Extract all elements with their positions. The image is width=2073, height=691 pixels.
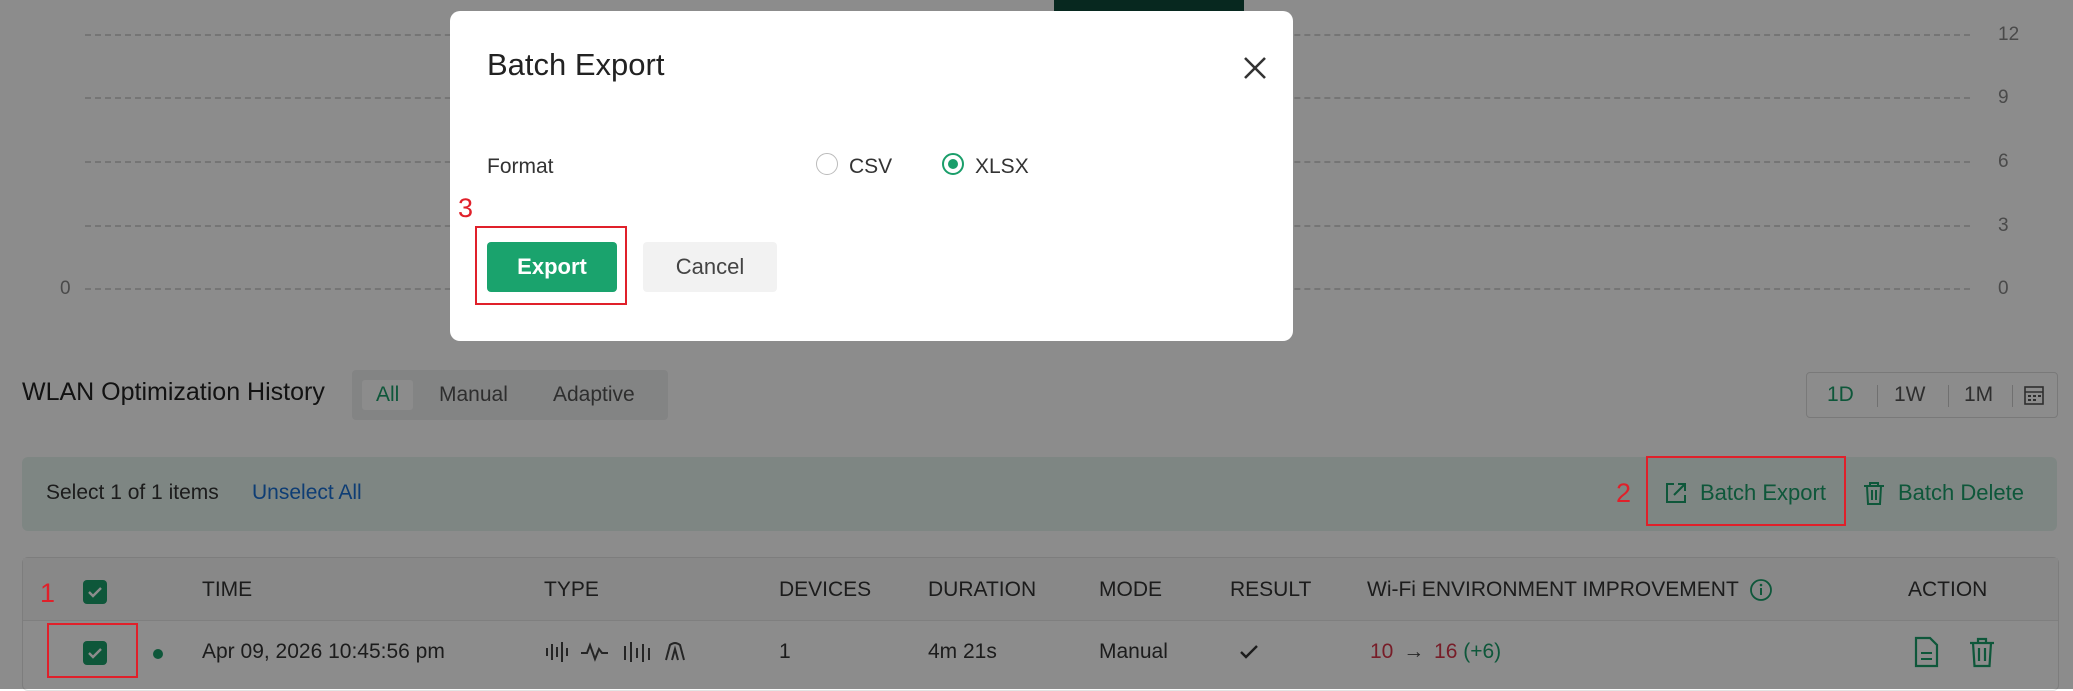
step-number-3: 3 (458, 193, 474, 223)
radio-csv[interactable] (816, 153, 838, 175)
annotation-box-1 (47, 623, 138, 678)
radio-xlsx-label[interactable]: XLSX (975, 155, 1029, 179)
export-button[interactable]: Export (487, 242, 617, 292)
page: 0 12 9 6 3 0 WLAN Optimization History A… (0, 0, 2073, 691)
cancel-button[interactable]: Cancel (643, 242, 777, 292)
step-number-1: 1 (40, 578, 56, 608)
close-icon[interactable] (1238, 51, 1272, 85)
step-number-2: 2 (1616, 478, 1632, 508)
radio-xlsx[interactable] (942, 153, 964, 175)
radio-csv-label[interactable]: CSV (849, 155, 892, 179)
dialog-title: Batch Export (487, 47, 665, 82)
format-label: Format (487, 155, 554, 178)
batch-export-dialog: Batch Export Format CSV XLSX 3 Export Ca… (450, 11, 1293, 341)
annotation-box-2 (1646, 456, 1846, 526)
